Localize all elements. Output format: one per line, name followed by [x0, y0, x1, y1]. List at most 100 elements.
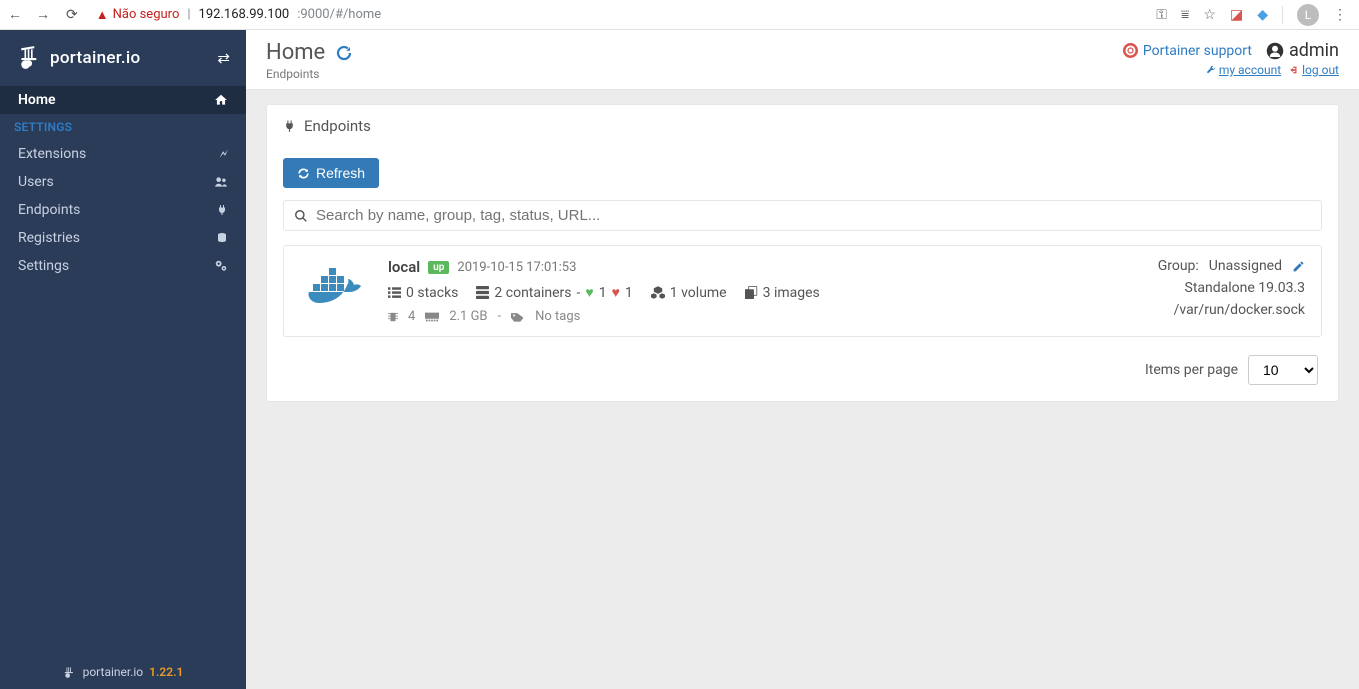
refresh-button[interactable]: Refresh	[283, 158, 379, 188]
heartbeat-icon: ♥	[612, 284, 620, 301]
stat-images: 3 images	[745, 285, 820, 301]
back-icon[interactable]: ←	[8, 6, 22, 23]
group-label: Group:	[1158, 258, 1199, 274]
lifebuoy-icon	[1123, 43, 1138, 58]
card-title: Endpoints	[304, 117, 371, 135]
stat-stacks: 0 stacks	[388, 285, 458, 301]
support-label: Portainer support	[1143, 43, 1252, 59]
tag-icon	[511, 311, 525, 323]
sidebar-section-settings: SETTINGS	[0, 114, 246, 140]
my-account-label: my account	[1219, 63, 1281, 77]
extension-icon[interactable]: ◪	[1230, 7, 1243, 23]
sidebar: portainer.io ⇄ Home SETTINGS Extensions …	[0, 30, 246, 689]
portainer-logo-icon	[63, 665, 77, 679]
key-icon[interactable]: ⚿	[1156, 7, 1167, 23]
page-refresh-icon[interactable]	[335, 44, 353, 62]
search-icon	[294, 209, 308, 223]
search-input[interactable]	[316, 207, 1311, 224]
my-account-link[interactable]: my account	[1206, 63, 1281, 77]
search-wrapper	[283, 200, 1322, 231]
cubes-icon	[651, 286, 665, 299]
healthy-count: 1	[599, 285, 607, 301]
sidebar-item-registries[interactable]: Registries	[0, 224, 246, 252]
images-label: 3 images	[763, 285, 820, 301]
username: admin	[1289, 40, 1339, 61]
plug-icon	[283, 119, 296, 134]
items-per-page-label: Items per page	[1145, 362, 1238, 378]
sidebar-item-label: Home	[18, 92, 56, 108]
divider	[1282, 6, 1283, 24]
stat-volumes: 1 volume	[651, 285, 727, 301]
unhealthy-count: 1	[625, 285, 633, 301]
stacks-label: 0 stacks	[406, 285, 458, 301]
docker-icon	[300, 258, 370, 324]
sidebar-item-label: Settings	[18, 258, 69, 274]
portainer-logo-icon	[18, 45, 44, 71]
diamond-icon[interactable]: ◆	[1257, 7, 1268, 23]
edit-icon[interactable]	[1292, 260, 1305, 273]
home-icon	[214, 93, 228, 107]
endpoint-name: local	[388, 258, 420, 276]
endpoint-timestamp: 2019-10-15 17:01:53	[457, 260, 576, 275]
containers-label: 2 containers	[494, 285, 571, 301]
warning-icon: ▲	[96, 7, 109, 23]
translate-icon[interactable]: ⩸	[1181, 7, 1190, 23]
no-tags-label: No tags	[535, 309, 580, 324]
dash: -	[577, 285, 581, 301]
stat-containers: 2 containers - ♥ 1 ♥ 1	[476, 284, 632, 301]
sidebar-footer: portainer.io 1.22.1	[0, 665, 246, 679]
support-link[interactable]: Portainer support	[1123, 43, 1252, 59]
logout-link[interactable]: log out	[1289, 63, 1339, 77]
refresh-label: Refresh	[316, 165, 365, 181]
main: Home Endpoints Portainer support	[246, 30, 1359, 689]
current-user: admin	[1266, 40, 1339, 61]
brand[interactable]: portainer.io ⇄	[0, 30, 246, 86]
url-host: 192.168.99.100	[199, 7, 290, 22]
sync-icon	[297, 167, 310, 180]
sidebar-item-home[interactable]: Home	[0, 86, 246, 114]
sidebar-item-label: Extensions	[18, 146, 86, 162]
sidebar-toggle-icon[interactable]: ⇄	[217, 49, 230, 67]
memory-value: 2.1 GB	[449, 309, 487, 324]
sidebar-item-settings[interactable]: Settings	[0, 252, 246, 280]
url-path: :9000/#/home	[297, 7, 381, 22]
page-title: Home	[266, 40, 325, 65]
sidebar-item-extensions[interactable]: Extensions 🗲	[0, 140, 246, 168]
items-per-page-select[interactable]: 10	[1248, 355, 1318, 385]
profile-avatar[interactable]: L	[1297, 4, 1319, 26]
endpoint-socket: /var/run/docker.sock	[1158, 302, 1305, 318]
cogs-icon	[214, 259, 228, 273]
microchip-icon	[388, 311, 398, 323]
page-header: Home Endpoints Portainer support	[246, 30, 1359, 90]
footer-version: 1.22.1	[149, 665, 183, 679]
sidebar-item-label: Registries	[18, 230, 80, 246]
endpoint-mode: Standalone 19.03.3	[1158, 280, 1305, 296]
separator: |	[187, 7, 190, 22]
heartbeat-icon: ♥	[585, 284, 593, 301]
logout-icon	[1289, 65, 1299, 75]
forward-icon[interactable]: →	[36, 6, 50, 23]
server-icon	[476, 286, 489, 299]
pagination: Items per page 10	[283, 355, 1322, 385]
footer-brand: portainer.io	[83, 665, 144, 679]
star-icon[interactable]: ☆	[1203, 7, 1216, 23]
user-icon	[1266, 42, 1284, 60]
insecure-label: Não seguro	[113, 7, 180, 22]
kebab-menu-icon[interactable]: ⋮	[1333, 7, 1347, 23]
bolt-icon: 🗲	[219, 147, 228, 162]
sidebar-item-label: Users	[18, 174, 54, 190]
insecure-warning: ▲ Não seguro	[96, 7, 180, 23]
memory-icon	[425, 312, 439, 322]
address-bar[interactable]: ▲ Não seguro | 192.168.99.100 :9000/#/hom…	[90, 7, 1145, 23]
reload-icon[interactable]: ⟳	[66, 7, 78, 23]
sidebar-item-label: Endpoints	[18, 202, 80, 218]
endpoint-item[interactable]: local up 2019-10-15 17:01:53 0 stacks	[283, 245, 1322, 337]
browser-toolbar: ← → ⟳ ▲ Não seguro | 192.168.99.100 :9000…	[0, 0, 1359, 30]
separator: -	[498, 309, 502, 324]
status-badge: up	[428, 261, 449, 274]
plug-icon	[216, 203, 228, 217]
sidebar-item-users[interactable]: Users	[0, 168, 246, 196]
sidebar-item-endpoints[interactable]: Endpoints	[0, 196, 246, 224]
list-icon	[388, 287, 401, 299]
brand-text: portainer.io	[50, 48, 141, 68]
